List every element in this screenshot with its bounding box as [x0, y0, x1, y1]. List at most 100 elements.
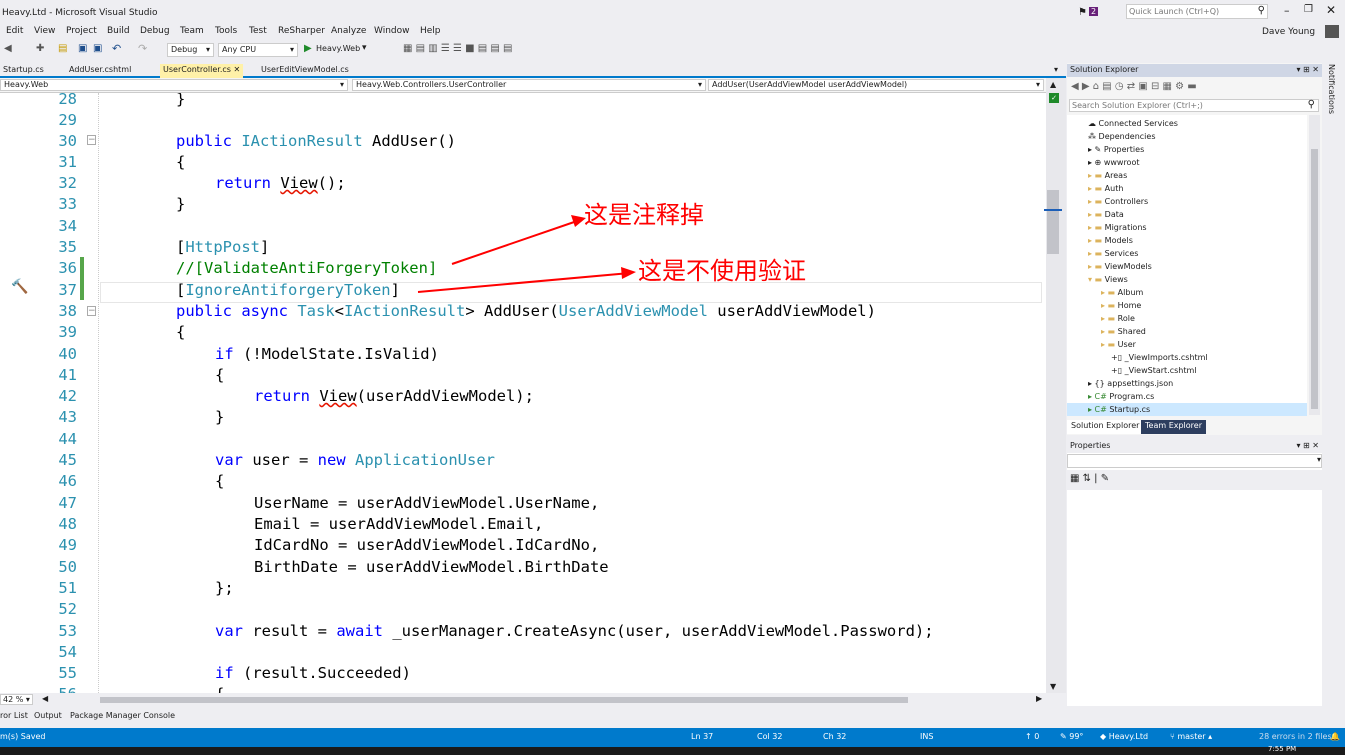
class-dropdown[interactable]: Heavy.Web.Controllers.UserController ▾: [352, 79, 706, 91]
scroll-up-icon[interactable]: ▲: [1050, 80, 1056, 89]
menu-debug[interactable]: Debug: [140, 26, 170, 36]
zoom-select[interactable]: 42 % ▾: [0, 694, 33, 705]
tree-item[interactable]: +▯ _ViewStart.cshtml: [1111, 364, 1197, 377]
tab-solution-explorer[interactable]: Solution Explorer: [1067, 420, 1144, 434]
tab-startup[interactable]: Startup.cs: [0, 64, 47, 78]
tree-item[interactable]: ▸ ▬ Services: [1088, 247, 1138, 260]
member-dropdown[interactable]: AddUser(UserAddViewModel userAddViewMode…: [708, 79, 1044, 91]
status-errors[interactable]: 28 errors in 2 files: [1259, 732, 1332, 741]
back-icon[interactable]: ◀: [4, 43, 12, 54]
menu-help[interactable]: Help: [420, 26, 441, 36]
tree-item[interactable]: ▾ ▬ Views: [1088, 273, 1128, 286]
tree-item[interactable]: ▸ ▬ Controllers: [1088, 195, 1148, 208]
project-dropdown[interactable]: Heavy.Web ▾: [0, 79, 348, 91]
tree-item[interactable]: +▯ _ViewImports.cshtml: [1111, 351, 1208, 364]
tree-item[interactable]: ☁ Connected Services: [1088, 117, 1178, 130]
tab-error-list[interactable]: ror List: [0, 711, 28, 720]
tab-usercontroller[interactable]: UserController.cs ✕: [160, 64, 244, 78]
menu-team[interactable]: Team: [180, 26, 204, 36]
tree-item[interactable]: ▸ ▬ Album: [1101, 286, 1143, 299]
tree-item[interactable]: ▸ ▬ User: [1101, 338, 1136, 351]
new-project-icon[interactable]: ✚: [36, 43, 44, 54]
tree-item[interactable]: ▸ ▬ Home: [1101, 299, 1141, 312]
save-icon[interactable]: ▣: [78, 43, 87, 54]
search-icon[interactable]: ⚲: [1258, 5, 1265, 16]
menu-test[interactable]: Test: [249, 26, 267, 36]
tree-item[interactable]: ▸ ▬ ViewModels: [1088, 260, 1152, 273]
close-tab-icon[interactable]: ✕: [234, 65, 241, 74]
tab-output[interactable]: Output: [34, 711, 62, 720]
tree-item[interactable]: ▸ ⊕ wwwroot: [1088, 156, 1139, 169]
tab-usereditviewmodel[interactable]: UserEditViewModel.cs: [258, 64, 352, 78]
folder-icon: ▸ ▬: [1088, 223, 1103, 232]
scroll-thumb[interactable]: [1047, 190, 1059, 254]
solution-explorer-toolbar[interactable]: ◀ ▶ ⌂ ▤ ◷ ⇄ ▣ ⊟ ▦ ⚙ ▬: [1067, 79, 1322, 97]
properties-object-select[interactable]: ▾: [1067, 454, 1322, 468]
folder-icon: ▸ ▬: [1088, 210, 1103, 219]
notifications-tab[interactable]: Notifications: [1327, 64, 1336, 114]
platform-select[interactable]: Any CPU ▾: [218, 43, 298, 57]
tab-overflow-icon[interactable]: ▾: [1054, 65, 1058, 74]
annotation-comment-out: 这是注释掉: [584, 201, 704, 229]
menu-view[interactable]: View: [34, 26, 55, 36]
tree-item[interactable]: ▸ ✎ Properties: [1088, 143, 1144, 156]
horizontal-scroll-thumb[interactable]: [100, 697, 908, 703]
notification-badge[interactable]: 2: [1089, 7, 1099, 16]
toolbar-tools-icons[interactable]: ▦ ▤ ▥ ☰ ☰ ■ ▤ ▤ ▤: [403, 43, 513, 54]
solution-search-input[interactable]: Search Solution Explorer (Ctrl+;) ⚲: [1069, 99, 1319, 112]
tree-item[interactable]: ▸ ▬ Models: [1088, 234, 1133, 247]
tab-adduser-cshtml[interactable]: AddUser.cshtml: [66, 64, 134, 78]
save-all-icon[interactable]: ▣: [93, 43, 102, 54]
menu-analyze[interactable]: Analyze: [331, 26, 366, 36]
tree-item[interactable]: ⁂ Dependencies: [1088, 130, 1155, 143]
tree-scroll-thumb[interactable]: [1311, 149, 1318, 409]
tab-package-manager-console[interactable]: Package Manager Console: [70, 711, 175, 720]
run-icon[interactable]: ▶: [304, 43, 312, 54]
user-name[interactable]: Dave Young: [1262, 27, 1315, 37]
tab-team-explorer[interactable]: Team Explorer: [1141, 420, 1206, 434]
tree-item[interactable]: ▸ ▬ Shared: [1101, 325, 1146, 338]
tree-item[interactable]: ▸ ▬ Role: [1101, 312, 1135, 325]
tree-item[interactable]: ▸ C# Program.cs: [1088, 390, 1154, 403]
config-select[interactable]: Debug ▾: [167, 43, 214, 57]
code-editor[interactable]: 🔨 − − 28 29 30 31 32 33 34 35 36 37 38 3…: [0, 93, 1046, 693]
status-up-arrow-icon[interactable]: ↑ 0: [1025, 732, 1039, 741]
menu-tools[interactable]: Tools: [215, 26, 237, 36]
tree-item[interactable]: ▸ ▬ Data: [1088, 208, 1124, 221]
close-button[interactable]: ✕: [1326, 3, 1336, 17]
tree-item[interactable]: ▸ ▬ Areas: [1088, 169, 1127, 182]
minimize-button[interactable]: –: [1284, 4, 1290, 17]
menu-edit[interactable]: Edit: [6, 26, 23, 36]
status-pencil-icon[interactable]: ✎ 99°: [1060, 732, 1083, 741]
quick-launch-input[interactable]: Quick Launch (Ctrl+Q): [1129, 7, 1219, 16]
tree-item-selected[interactable]: ▸ C# Startup.cs: [1067, 403, 1307, 416]
folder-open-icon: ▾ ▬: [1088, 275, 1103, 284]
avatar[interactable]: [1325, 25, 1339, 38]
scroll-down-icon[interactable]: ▼: [1050, 682, 1056, 691]
tree-item[interactable]: ▸ ▬ Migrations: [1088, 221, 1147, 234]
scroll-left-icon[interactable]: ◀: [42, 694, 48, 703]
run-dropdown-icon[interactable]: ▾: [362, 43, 367, 53]
menu-project[interactable]: Project: [66, 26, 97, 36]
properties-toolbar[interactable]: ▦ ⇅ | ✎: [1067, 470, 1322, 490]
menu-build[interactable]: Build: [107, 26, 130, 36]
menu-resharper[interactable]: ReSharper: [278, 26, 325, 36]
tree-scrollbar[interactable]: [1309, 115, 1320, 415]
scroll-right-icon[interactable]: ▶: [1036, 694, 1042, 703]
redo-icon[interactable]: ↷: [138, 42, 147, 55]
open-folder-icon[interactable]: ▤: [58, 43, 67, 54]
undo-icon[interactable]: ↶: [112, 42, 121, 55]
tree-item[interactable]: ▸ {} appsettings.json: [1088, 377, 1173, 390]
search-icon[interactable]: ⚲: [1308, 99, 1315, 110]
status-repo[interactable]: ◆ Heavy.Ltd: [1100, 732, 1148, 741]
pane-controls-icon[interactable]: ▾ ⊞ ✕: [1296, 65, 1319, 74]
restore-button[interactable]: ❐: [1304, 4, 1313, 15]
run-target[interactable]: Heavy.Web: [316, 44, 360, 53]
status-branch[interactable]: ⑂ master ▴: [1170, 732, 1212, 741]
menu-window[interactable]: Window: [374, 26, 410, 36]
filter-icon[interactable]: ⚑: [1078, 7, 1087, 18]
pane-controls-icon[interactable]: ▾ ⊞ ✕: [1296, 441, 1319, 450]
editor-vertical-scrollbar[interactable]: ▲ ✓ ▼: [1044, 78, 1066, 693]
bell-icon[interactable]: 🔔: [1330, 732, 1340, 741]
tree-item[interactable]: ▸ ▬ Auth: [1088, 182, 1123, 195]
